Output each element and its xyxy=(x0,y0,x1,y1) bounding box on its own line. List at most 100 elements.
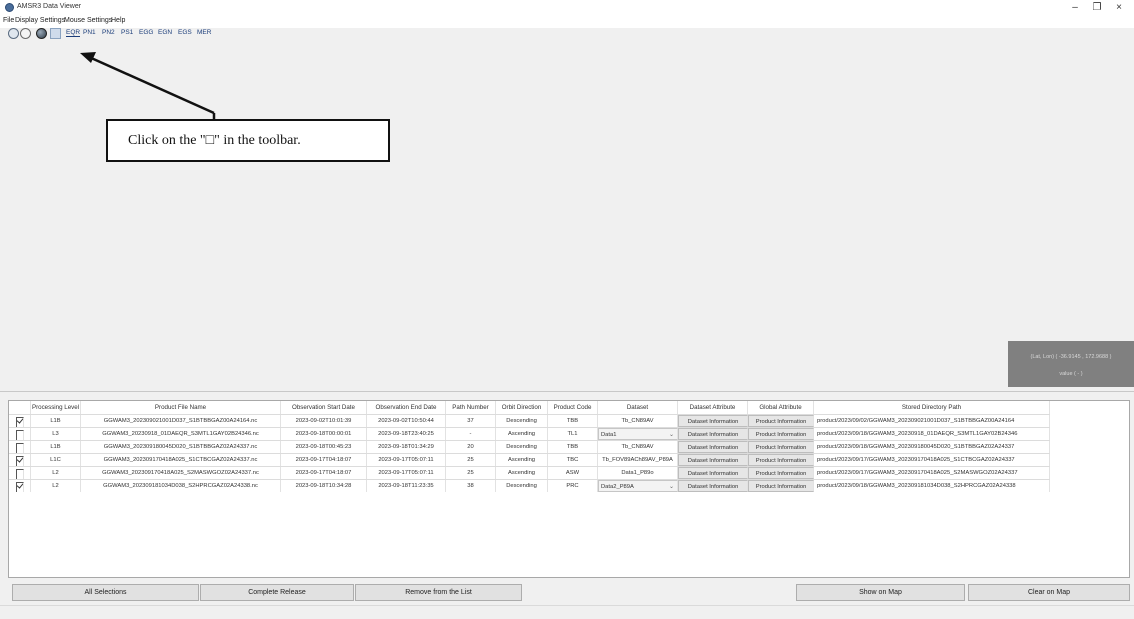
row-select-cell[interactable] xyxy=(9,467,31,479)
stored-directory-path-cell: product/2023/09/18/GGWAM3_202309181034D0… xyxy=(814,480,1050,492)
dataset-information-button[interactable]: Dataset Information xyxy=(678,428,748,440)
path-number-cell: 25 xyxy=(446,454,496,466)
observation-start-cell: 2023-09-18T10:34:28 xyxy=(281,480,367,492)
dataset-information-button[interactable]: Dataset Information xyxy=(678,480,748,492)
product-information-button[interactable]: Product Information xyxy=(748,441,814,453)
product-file-name-cell: GGWAM3_202309170418A025_S1CTBCGAZ02A2433… xyxy=(81,454,281,466)
row-checkbox[interactable] xyxy=(15,456,24,466)
dataset-dropdown[interactable]: Data1 ⌄ xyxy=(598,428,678,440)
dataset-information-button[interactable]: Dataset Information xyxy=(678,467,748,479)
clear-on-map-button[interactable]: Clear on Map xyxy=(968,584,1130,601)
maximize-button[interactable]: ❐ xyxy=(1086,1,1108,15)
table-row[interactable]: L1C GGWAM3_202309170418A025_S1CTBCGAZ02A2… xyxy=(9,453,1050,466)
projection-pn2[interactable]: PN2 xyxy=(102,29,115,36)
chevron-down-icon: ⌄ xyxy=(668,432,674,438)
product-information-button[interactable]: Product Information xyxy=(748,467,814,479)
clock-icon[interactable] xyxy=(8,28,19,39)
product-file-name-cell: GGWAM3_202309021001D037_S1BTBBGAZ00A2416… xyxy=(81,415,281,427)
complete-release-button[interactable]: Complete Release xyxy=(200,584,354,601)
product-information-button[interactable]: Product Information xyxy=(748,415,814,427)
observation-start-cell: 2023-09-02T10:01:39 xyxy=(281,415,367,427)
projection-ps1[interactable]: PS1 xyxy=(121,29,133,36)
all-selections-button[interactable]: All Selections xyxy=(12,584,199,601)
path-number-cell: 37 xyxy=(446,415,496,427)
menu-mouse-settings[interactable]: Mouse Settings xyxy=(64,17,112,24)
table-row[interactable]: L1B GGWAM3_202309021001D037_S1BTBBGAZ00A2… xyxy=(9,414,1050,427)
stored-directory-path-cell: product/2023/09/18/GGWAM3_202309180045D0… xyxy=(814,441,1050,453)
observation-start-cell: 2023-09-17T04:18:07 xyxy=(281,454,367,466)
table-header: Processing Level Product File Name Observa… xyxy=(9,401,1050,414)
processing-level-cell: L1B xyxy=(31,415,81,427)
path-number-cell: 20 xyxy=(446,441,496,453)
observation-end-cell: 2023-09-18T23:40:25 xyxy=(367,428,446,440)
dataset-dropdown[interactable]: Data2_P89A ⌄ xyxy=(598,480,678,492)
observation-end-cell: 2023-09-18T11:23:35 xyxy=(367,480,446,492)
dataset-cell: Tb_CN89AV xyxy=(598,441,678,453)
instruction-callout: Click on the "□" in the toolbar. xyxy=(106,119,390,162)
row-select-cell[interactable] xyxy=(9,441,31,453)
observation-end-cell: 2023-09-17T05:07:11 xyxy=(367,454,446,466)
value-readout: value ( - ) xyxy=(1059,371,1083,377)
minimize-button[interactable]: – xyxy=(1064,1,1086,15)
dataset-information-button[interactable]: Dataset Information xyxy=(678,454,748,466)
dataset-dropdown-value: Data1 xyxy=(601,432,617,438)
row-checkbox[interactable] xyxy=(15,430,24,440)
product-file-name-cell: GGWAM3_20230918_01DAEQR_S3MTL1GAY02B2434… xyxy=(81,428,281,440)
clock-outline-icon[interactable] xyxy=(20,28,31,39)
column-header-6: Orbit Direction xyxy=(496,401,548,414)
column-header-1: Processing Level xyxy=(31,401,81,414)
row-select-cell[interactable] xyxy=(9,415,31,427)
projection-eqr[interactable]: EQR xyxy=(66,29,81,37)
stored-directory-path-cell: product/2023/09/17/GGWAM3_202309170418A0… xyxy=(814,454,1050,466)
column-header-7: Product Code xyxy=(548,401,598,414)
orbit-direction-cell: Descending xyxy=(496,441,548,453)
show-on-map-button[interactable]: Show on Map xyxy=(796,584,965,601)
menu-file[interactable]: File xyxy=(3,17,14,24)
dataset-information-button[interactable]: Dataset Information xyxy=(678,441,748,453)
processing-level-cell: L2 xyxy=(31,480,81,492)
projection-mer[interactable]: MER xyxy=(197,29,211,36)
projection-egs[interactable]: EGS xyxy=(178,29,192,36)
product-code-cell: PRC xyxy=(548,480,598,492)
close-button[interactable]: × xyxy=(1108,1,1130,15)
orbit-direction-cell: Ascending xyxy=(496,428,548,440)
projection-egn[interactable]: EGN xyxy=(158,29,172,36)
product-code-cell: TBB xyxy=(548,415,598,427)
row-checkbox[interactable] xyxy=(15,482,24,492)
stored-directory-path-cell: product/2023/09/18/GGWAM3_20230918_01DAE… xyxy=(814,428,1050,440)
dataset-cell: Tb_CN89AV xyxy=(598,415,678,427)
row-checkbox[interactable] xyxy=(15,443,24,453)
processing-level-cell: L1B xyxy=(31,441,81,453)
column-header-3: Observation Start Date xyxy=(281,401,367,414)
row-checkbox[interactable] xyxy=(15,469,24,479)
product-code-cell: TBC xyxy=(548,454,598,466)
product-information-button[interactable]: Product Information xyxy=(748,428,814,440)
product-information-button[interactable]: Product Information xyxy=(748,454,814,466)
table-row[interactable]: L2 GGWAM3_202309181034D038_S2HPRCGAZ02A24… xyxy=(9,479,1050,492)
row-select-cell[interactable] xyxy=(9,480,31,492)
table-row[interactable]: L2 GGWAM3_202309170418A025_S2MASWGOZ02A24… xyxy=(9,466,1050,479)
table-row[interactable]: L1B GGWAM3_202309180045D020_S1BTBBGAZ02A2… xyxy=(9,440,1050,453)
app-icon xyxy=(5,3,14,12)
globe-icon[interactable] xyxy=(36,28,47,39)
menu-display-settings[interactable]: Display Settings xyxy=(15,17,65,24)
row-select-cell[interactable] xyxy=(9,428,31,440)
product-information-button[interactable]: Product Information xyxy=(748,480,814,492)
dataset-information-button[interactable]: Dataset Information xyxy=(678,415,748,427)
remove-from-list-button[interactable]: Remove from the List xyxy=(355,584,522,601)
projection-pn1[interactable]: PN1 xyxy=(83,29,96,36)
dataset-dropdown-value: Data2_P89A xyxy=(601,484,634,490)
column-header-5: Path Number xyxy=(446,401,496,414)
map-canvas[interactable] xyxy=(0,40,1134,392)
path-number-cell: - xyxy=(446,428,496,440)
product-code-cell: TBB xyxy=(548,441,598,453)
table-row[interactable]: L3 GGWAM3_20230918_01DAEQR_S3MTL1GAY02B24… xyxy=(9,427,1050,440)
square-select-icon[interactable] xyxy=(50,28,61,39)
chevron-down-icon: ⌄ xyxy=(668,484,674,490)
menu-help[interactable]: Help xyxy=(111,17,125,24)
product-table: Processing Level Product File Name Observa… xyxy=(8,400,1130,578)
projection-egg[interactable]: EGG xyxy=(139,29,153,36)
row-select-cell[interactable] xyxy=(9,454,31,466)
observation-end-cell: 2023-09-02T10:50:44 xyxy=(367,415,446,427)
row-checkbox[interactable] xyxy=(15,417,24,427)
